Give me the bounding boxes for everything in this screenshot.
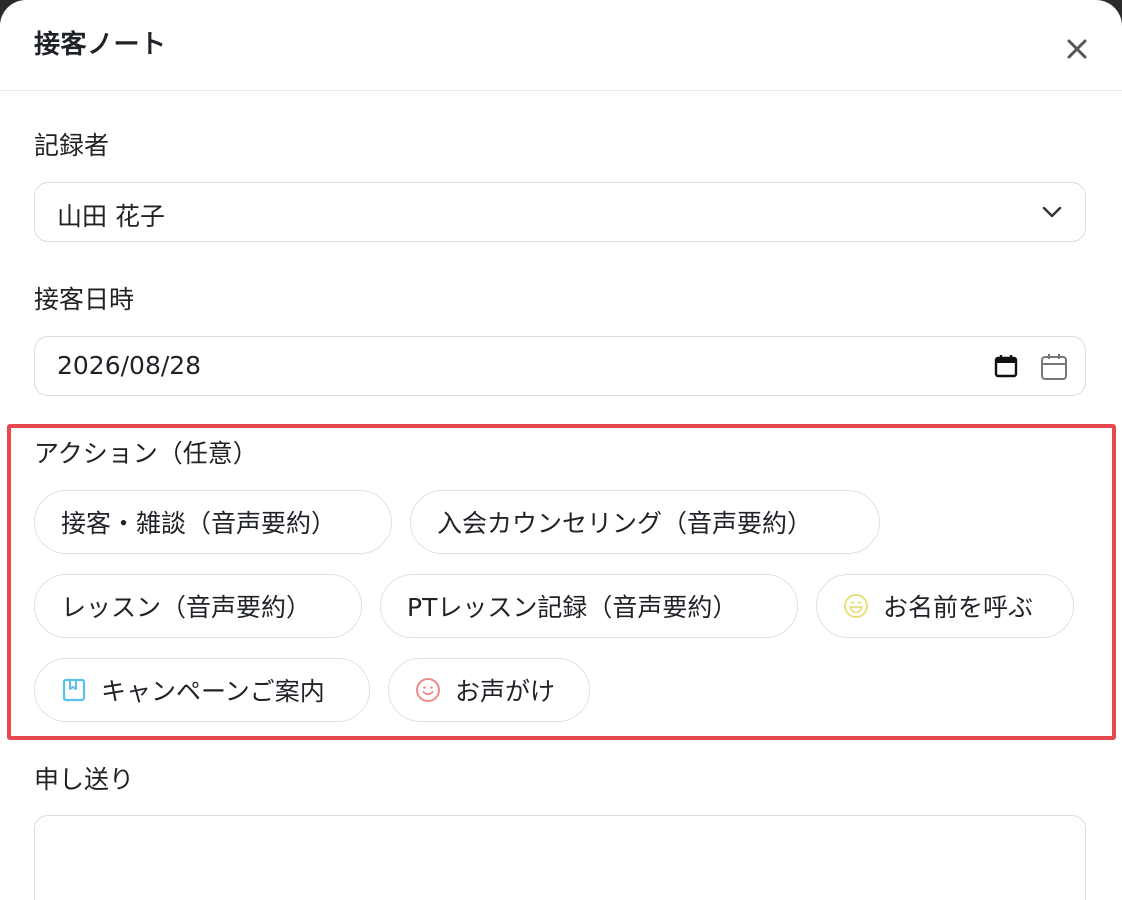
chip-label: レッスン（音声要約） [61,593,312,622]
chip-label: キャンペーンご案内 [101,677,325,706]
chip-label: PTレッスン記録（音声要約） [407,593,738,622]
modal-header: 接客ノート [0,0,1122,91]
datetime-label: 接客日時 [34,285,135,314]
close-icon [1067,39,1087,59]
handover-label: 申し送り [34,765,135,794]
smiley-face-icon [415,677,441,703]
recorder-select[interactable]: 山田 花子 [34,182,1086,242]
chip-pt-lesson-record[interactable]: PTレッスン記録（音声要約） [380,574,798,638]
chip-campaign-guide[interactable]: キャンペーンご案内 [34,658,370,722]
chip-call-name[interactable]: お名前を呼ぶ [816,574,1074,638]
chip-chat-summary[interactable]: 接客・雑談（音声要約） [34,490,392,554]
datetime-value: 2026/08/28 [57,351,202,380]
chip-counseling-summary[interactable]: 入会カウンセリング（音声要約） [410,490,880,554]
recorder-value: 山田 花子 [57,202,165,231]
close-button[interactable] [1060,32,1094,66]
calendar-icon[interactable] [1039,352,1069,382]
chip-label: 入会カウンセリング（音声要約） [437,509,813,538]
chip-label: 接客・雑談（音声要約） [61,509,337,538]
calendar-picker-icon[interactable] [993,353,1019,379]
actions-label: アクション（任意） [34,439,258,468]
laughing-face-icon [843,593,869,619]
modal-title: 接客ノート [34,30,167,60]
chip-label: お名前を呼ぶ [883,593,1034,622]
recorder-label: 記録者 [34,131,110,160]
datetime-input[interactable]: 2026/08/28 [34,336,1086,396]
chevron-down-icon [1042,206,1062,218]
bookmark-box-icon [61,677,87,703]
chip-lesson-summary[interactable]: レッスン（音声要約） [34,574,362,638]
chip-greeting[interactable]: お声がけ [388,658,590,722]
customer-note-modal: 接客ノート 記録者 山田 花子 接客日時 2026/08/28 アクション（任意… [0,0,1122,900]
handover-textarea[interactable] [34,815,1086,900]
chip-label: お声がけ [455,677,556,706]
